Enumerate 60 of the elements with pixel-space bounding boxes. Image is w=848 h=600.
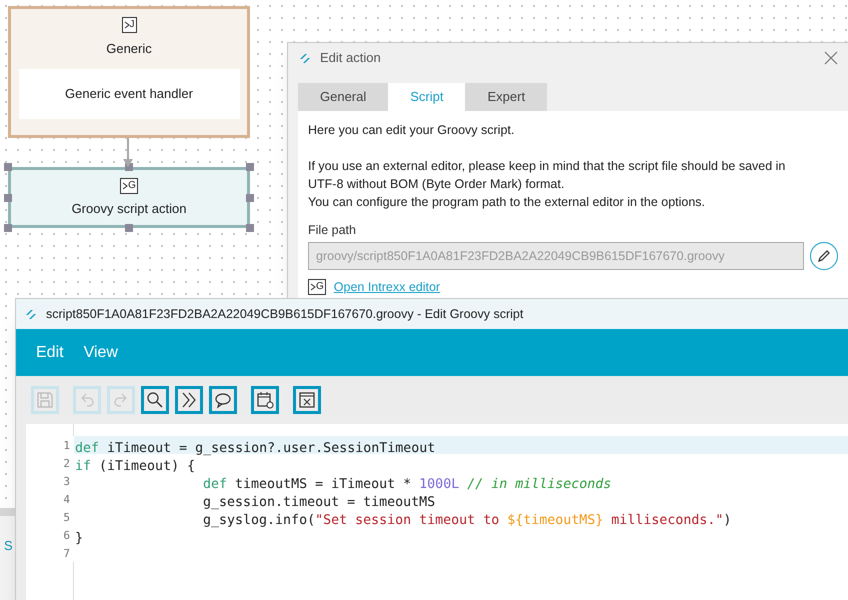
action-node[interactable]: G Groovy script action <box>8 167 250 228</box>
logo-icon <box>298 51 312 65</box>
line-number: 2 <box>63 456 70 472</box>
window-title: script850F1A0A81F23FD2BA2A22049CB9B615DF167670.groovy - Edit Groovy script <box>46 306 524 323</box>
script-icon: G <box>120 178 138 194</box>
line-number: 3 <box>63 474 70 490</box>
resize-handle[interactable] <box>125 224 133 232</box>
resize-handle[interactable] <box>246 194 254 202</box>
code-text: def iTimeout = g_session?.user.SessionTimeout <box>75 441 436 456</box>
description-text: If you use an external editor, please keep in mind that the script file should be saved in <box>308 158 786 175</box>
line-number: 5 <box>63 510 70 526</box>
line-number: 1 <box>63 438 70 454</box>
resize-handle[interactable] <box>4 163 12 171</box>
node-title: Groovy script action <box>72 200 186 218</box>
menu-item[interactable]: Edit <box>36 340 64 364</box>
code-text: } <box>75 531 84 546</box>
tab[interactable]: Expert <box>465 83 548 111</box>
dialog-title: Edit action <box>320 49 381 68</box>
toolbar-button[interactable] <box>209 386 237 414</box>
code-text: g_session.timeout = timeoutMS <box>203 495 436 510</box>
line-number: 6 <box>63 528 70 544</box>
toolbar-button[interactable] <box>251 386 279 414</box>
tab[interactable]: General <box>298 83 388 111</box>
search-icon <box>145 390 165 410</box>
line-number: 4 <box>63 492 70 508</box>
resize-handle[interactable] <box>246 163 254 171</box>
logo-icon <box>24 307 38 321</box>
resize-handle[interactable] <box>4 224 12 232</box>
window-icon <box>297 390 317 410</box>
code-text: def timeoutMS = iTimeout * 1000L // in milliseconds <box>203 477 612 492</box>
menu-item[interactable]: View <box>84 340 118 364</box>
description-text: UTF-8 without BOM (Byte Order Mark) format. <box>308 176 566 193</box>
event-node[interactable]: J Generic Generic event handler <box>8 6 250 138</box>
code-editor[interactable] <box>26 424 848 600</box>
tab[interactable]: Script <box>388 83 466 111</box>
toolbar-button[interactable] <box>141 386 169 414</box>
description-text: You can configure the program path to the external editor in the options. <box>308 194 706 211</box>
resize-handle[interactable] <box>246 224 254 232</box>
close-icon <box>824 51 838 65</box>
node-title: Generic <box>106 40 152 58</box>
field-label: File path <box>308 222 357 239</box>
pencil-icon <box>817 248 831 263</box>
code-text: g_syslog.info("Set session timeout to ${timeoutMS} milliseconds.") <box>203 513 732 528</box>
connector-arrow <box>123 138 133 167</box>
calendar-icon <box>255 390 275 410</box>
script-icon: J <box>122 17 136 33</box>
file-path-field[interactable]: groovy/script850F1A0A81F23FD2BA2A22049CB9B615DF167670.groovy <box>308 242 804 270</box>
script-icon: G <box>308 279 326 296</box>
close-button[interactable] <box>824 50 840 66</box>
save-icon <box>35 390 55 410</box>
code-text: if (iTimeout) { <box>75 459 196 474</box>
toolbar-button[interactable] <box>175 386 203 414</box>
node-subtitle: Generic event handler <box>65 84 193 103</box>
edit-button[interactable] <box>810 242 838 270</box>
open-editor-link[interactable]: Open Intrexx editor <box>334 278 440 296</box>
toolbar-button[interactable] <box>293 386 321 414</box>
line-number: 7 <box>63 546 70 562</box>
description-text: Here you can edit your Groovy script. <box>308 122 516 139</box>
resize-handle[interactable] <box>4 194 12 202</box>
panel-text: S <box>4 537 13 555</box>
